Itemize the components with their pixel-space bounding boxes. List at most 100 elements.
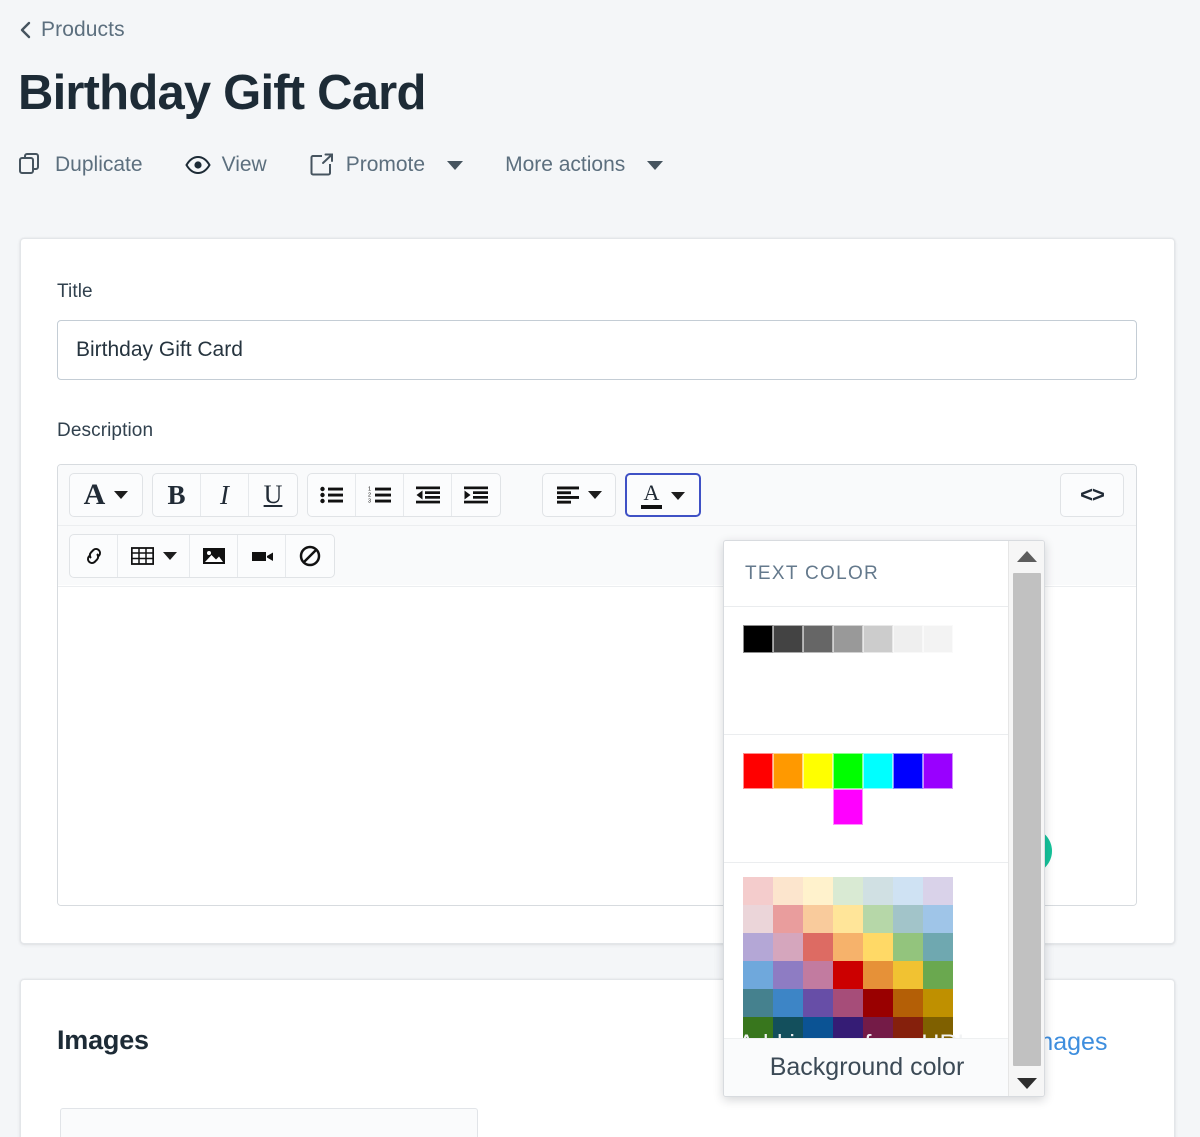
image-dropzone[interactable] bbox=[60, 1108, 478, 1137]
grid-swatch-1-1[interactable] bbox=[773, 905, 803, 933]
outdent-button[interactable] bbox=[404, 474, 452, 516]
grayscale-swatch-0[interactable] bbox=[743, 625, 773, 653]
title-input-wrap bbox=[57, 320, 1137, 380]
grid-swatch-0-6[interactable] bbox=[923, 877, 953, 905]
color-grid-row bbox=[743, 961, 1044, 989]
bright-swatch-3[interactable] bbox=[833, 753, 863, 789]
grid-swatch-3-4[interactable] bbox=[863, 961, 893, 989]
grayscale-swatch-row bbox=[743, 625, 1044, 653]
chevron-down-icon bbox=[587, 491, 602, 499]
grid-swatch-1-4[interactable] bbox=[863, 905, 893, 933]
grayscale-swatch-4[interactable] bbox=[863, 625, 893, 653]
grid-swatch-4-1[interactable] bbox=[773, 989, 803, 1017]
outdent-icon bbox=[415, 486, 440, 504]
product-edit-page: Products Birthday Gift Card Duplicate Vi… bbox=[0, 0, 1200, 1137]
numbered-list-button[interactable]: 1 2 3 bbox=[356, 474, 404, 516]
grid-swatch-1-0[interactable] bbox=[743, 905, 773, 933]
text-color-button[interactable]: A bbox=[627, 475, 699, 515]
grid-swatch-2-6[interactable] bbox=[923, 933, 953, 961]
grid-swatch-0-5[interactable] bbox=[893, 877, 923, 905]
grid-swatch-2-5[interactable] bbox=[893, 933, 923, 961]
table-button[interactable] bbox=[118, 534, 190, 577]
grid-swatch-0-0[interactable] bbox=[743, 877, 773, 905]
grid-swatch-0-1[interactable] bbox=[773, 877, 803, 905]
editor-toolbar-row-1: A B I U 1 2 3 A <> bbox=[58, 465, 1136, 525]
align-button[interactable] bbox=[543, 474, 615, 516]
grid-swatch-2-1[interactable] bbox=[773, 933, 803, 961]
view-label: View bbox=[221, 153, 267, 176]
grid-swatch-3-3[interactable] bbox=[833, 961, 863, 989]
bright-extra-swatch-0[interactable] bbox=[833, 789, 863, 825]
code-group: <> bbox=[1060, 473, 1124, 517]
bold-button[interactable]: B bbox=[153, 474, 201, 516]
grid-swatch-0-4[interactable] bbox=[863, 877, 893, 905]
link-button[interactable] bbox=[70, 534, 118, 577]
grid-swatch-1-6[interactable] bbox=[923, 905, 953, 933]
grayscale-swatch-3[interactable] bbox=[833, 625, 863, 653]
list-indent-group: 1 2 3 bbox=[307, 473, 501, 517]
grid-swatch-4-4[interactable] bbox=[863, 989, 893, 1017]
grid-swatch-3-0[interactable] bbox=[743, 961, 773, 989]
scroll-down-button[interactable] bbox=[1009, 1068, 1045, 1096]
grayscale-swatch-5[interactable] bbox=[893, 625, 923, 653]
scroll-up-button[interactable] bbox=[1009, 541, 1045, 571]
align-left-icon bbox=[556, 486, 579, 504]
grid-swatch-2-2[interactable] bbox=[803, 933, 833, 961]
grid-swatch-2-3[interactable] bbox=[833, 933, 863, 961]
grayscale-section bbox=[724, 607, 1044, 735]
action-bar: Duplicate View Promote More actions bbox=[18, 152, 664, 178]
insert-image-button[interactable] bbox=[190, 534, 238, 577]
grid-swatch-3-2[interactable] bbox=[803, 961, 833, 989]
underline-button[interactable]: U bbox=[249, 474, 297, 516]
title-field-label: Title bbox=[57, 281, 93, 302]
show-html-button[interactable]: <> bbox=[1061, 474, 1123, 516]
title-input[interactable] bbox=[57, 320, 1137, 380]
bright-swatch-6[interactable] bbox=[923, 753, 953, 789]
grid-swatch-3-5[interactable] bbox=[893, 961, 923, 989]
bright-swatch-1[interactable] bbox=[773, 753, 803, 789]
grayscale-swatch-1[interactable] bbox=[773, 625, 803, 653]
page-title: Birthday Gift Card bbox=[18, 66, 426, 120]
italic-button[interactable]: I bbox=[201, 474, 249, 516]
bright-swatch-2[interactable] bbox=[803, 753, 833, 789]
grid-swatch-4-5[interactable] bbox=[893, 989, 923, 1017]
duplicate-button[interactable]: Duplicate bbox=[18, 152, 143, 178]
insert-video-button[interactable] bbox=[238, 534, 286, 577]
text-color-group: A bbox=[625, 473, 701, 517]
color-panel-scrollbar[interactable] bbox=[1008, 541, 1045, 1096]
clear-formatting-button[interactable] bbox=[286, 535, 334, 577]
color-grid-row bbox=[743, 933, 1044, 961]
grid-swatch-4-0[interactable] bbox=[743, 989, 773, 1017]
font-style-button[interactable]: A bbox=[70, 474, 142, 516]
link-icon bbox=[86, 547, 101, 564]
grayscale-swatch-6[interactable] bbox=[923, 625, 953, 653]
bright-swatch-0[interactable] bbox=[743, 753, 773, 789]
grid-swatch-3-6[interactable] bbox=[923, 961, 953, 989]
bulleted-list-button[interactable] bbox=[308, 474, 356, 516]
grid-swatch-2-4[interactable] bbox=[863, 933, 893, 961]
indent-button[interactable] bbox=[452, 474, 500, 516]
grid-swatch-3-1[interactable] bbox=[773, 961, 803, 989]
background-color-button[interactable]: Background color bbox=[724, 1038, 1010, 1096]
more-actions-button[interactable]: More actions bbox=[505, 153, 664, 177]
promote-button[interactable]: Promote bbox=[309, 152, 464, 178]
grid-swatch-1-5[interactable] bbox=[893, 905, 923, 933]
bright-swatch-4[interactable] bbox=[863, 753, 893, 789]
bright-colors-section bbox=[724, 735, 1044, 863]
grid-swatch-4-3[interactable] bbox=[833, 989, 863, 1017]
grid-swatch-0-3[interactable] bbox=[833, 877, 863, 905]
grid-swatch-2-0[interactable] bbox=[743, 933, 773, 961]
grid-swatch-4-2[interactable] bbox=[803, 989, 833, 1017]
video-icon bbox=[251, 551, 273, 561]
scrollbar-thumb[interactable] bbox=[1012, 573, 1041, 1066]
grid-swatch-1-3[interactable] bbox=[833, 905, 863, 933]
grid-swatch-4-6[interactable] bbox=[923, 989, 953, 1017]
grid-swatch-1-2[interactable] bbox=[803, 905, 833, 933]
color-panel-header: TEXT COLOR bbox=[724, 541, 1044, 607]
bright-swatch-5[interactable] bbox=[893, 753, 923, 789]
breadcrumb[interactable]: Products bbox=[18, 18, 125, 42]
promote-label: Promote bbox=[345, 153, 426, 176]
grayscale-swatch-2[interactable] bbox=[803, 625, 833, 653]
view-button[interactable]: View bbox=[184, 152, 267, 178]
grid-swatch-0-2[interactable] bbox=[803, 877, 833, 905]
